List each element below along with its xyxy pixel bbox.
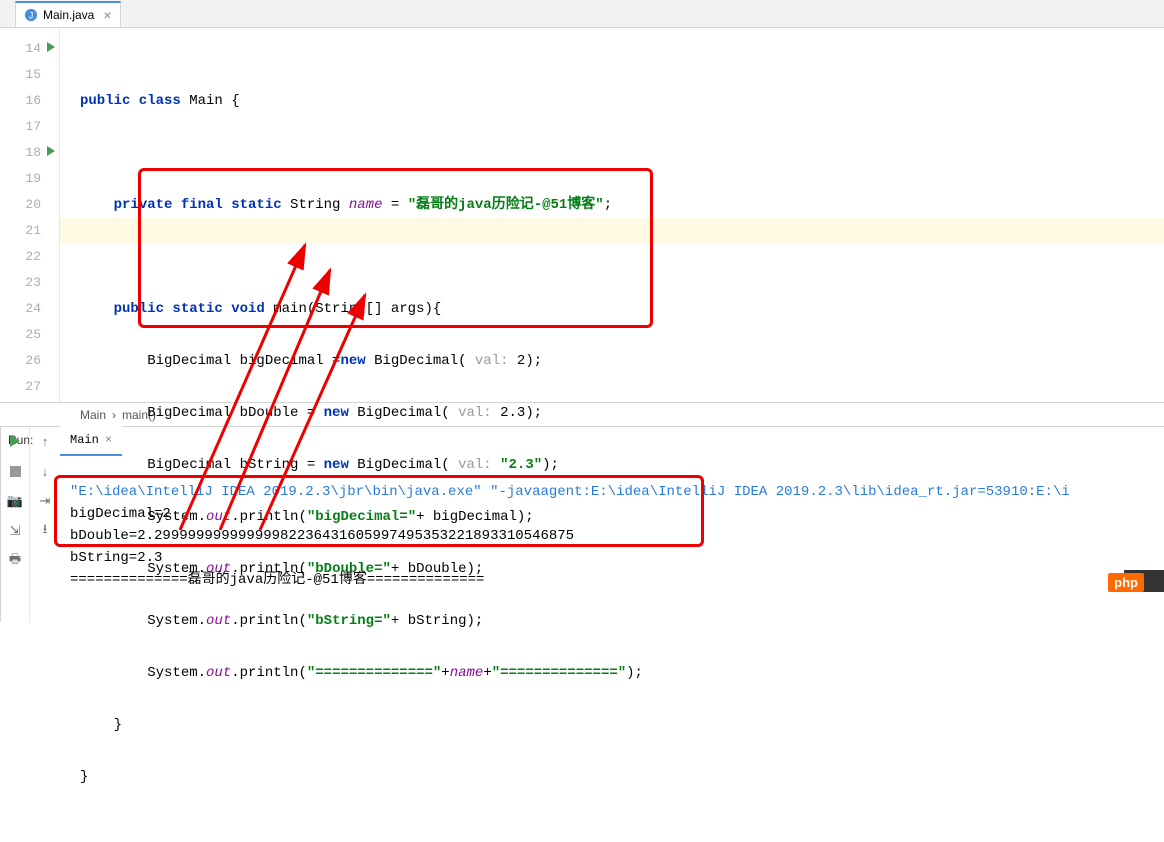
- wrap-icon[interactable]: ⇥: [37, 493, 53, 509]
- line-number: 16: [0, 88, 41, 114]
- line-number: 20: [0, 192, 41, 218]
- code-line: BigDecimal bigDecimal =new BigDecimal( v…: [80, 348, 1164, 374]
- run-tab-label: Main: [70, 433, 99, 447]
- run-toolbar-left: 📷 ⇲ 🖶: [0, 427, 30, 622]
- line-number: 19: [0, 166, 41, 192]
- close-icon[interactable]: ×: [105, 433, 112, 447]
- line-number: 27: [0, 374, 41, 400]
- line-number: 17: [0, 114, 41, 140]
- code-line: System.out.println("=============="+name…: [80, 660, 1164, 686]
- gutter: 14 15 16 17 18 19 20 21 22 23 24 25 26 2…: [0, 28, 60, 402]
- export-icon[interactable]: ⇲: [7, 523, 23, 539]
- scroll-icon[interactable]: ⭳: [37, 523, 53, 539]
- console-cmd: "E:\idea\IntelliJ IDEA 2019.2.3\jbr\bin\…: [70, 484, 1070, 500]
- run-toolbar-right: ↑ ↓ ⇥ ⭳: [30, 427, 60, 622]
- code-line: private final static String name = "磊哥的j…: [80, 192, 1164, 218]
- current-line-highlight: [60, 218, 1164, 244]
- close-icon[interactable]: ×: [103, 7, 111, 23]
- line-number: 14: [0, 36, 41, 62]
- console-line: bDouble=2.299999999999999822364316059974…: [70, 528, 574, 544]
- rerun-button[interactable]: [7, 433, 23, 449]
- run-gutter-icon[interactable]: [47, 42, 55, 52]
- svg-text:J: J: [29, 11, 33, 21]
- php-badge: php: [1108, 573, 1144, 592]
- java-file-icon: J: [24, 8, 38, 22]
- console-output: "E:\idea\IntelliJ IDEA 2019.2.3\jbr\bin\…: [70, 459, 1154, 613]
- up-icon[interactable]: ↑: [37, 433, 53, 449]
- line-number: 18: [0, 140, 41, 166]
- console-line: ==============磊哥的java历险记-@51博客==========…: [70, 572, 484, 588]
- line-number: 24: [0, 296, 41, 322]
- line-number: 26: [0, 348, 41, 374]
- code-line: [80, 140, 1164, 166]
- line-number: 15: [0, 62, 41, 88]
- code-line: [80, 244, 1164, 270]
- console[interactable]: Main × "E:\idea\IntelliJ IDEA 2019.2.3\jb…: [60, 427, 1164, 622]
- line-number: 21: [0, 218, 41, 244]
- code-line: BigDecimal bDouble = new BigDecimal( val…: [80, 400, 1164, 426]
- code-line: }: [80, 764, 1164, 790]
- console-line: bigDecimal=2: [70, 506, 171, 522]
- line-number: 25: [0, 322, 41, 348]
- run-gutter-icon[interactable]: [47, 146, 55, 156]
- code-line: }: [80, 712, 1164, 738]
- editor-tab-main[interactable]: J Main.java ×: [15, 1, 121, 27]
- run-tab[interactable]: Main ×: [60, 426, 122, 456]
- editor-area: 14 15 16 17 18 19 20 21 22 23 24 25 26 2…: [0, 28, 1164, 403]
- down-icon[interactable]: ↓: [37, 463, 53, 479]
- line-number: 22: [0, 244, 41, 270]
- line-number: 23: [0, 270, 41, 296]
- code-editor[interactable]: public class Main { private final static…: [60, 28, 1164, 402]
- run-panel: Run: 📷 ⇲ 🖶 ↑ ↓ ⇥ ⭳ Main× "E:\idea\Intell…: [0, 427, 1164, 622]
- console-line: bString=2.3: [70, 550, 162, 566]
- tab-label: Main.java: [43, 8, 94, 22]
- code-line: public class Main {: [80, 88, 1164, 114]
- print-icon[interactable]: 🖶: [7, 553, 23, 569]
- camera-icon[interactable]: 📷: [7, 493, 23, 509]
- code-line: public static void main(String[] args){: [80, 296, 1164, 322]
- stop-button[interactable]: [7, 463, 23, 479]
- editor-tab-bar: J Main.java ×: [0, 0, 1164, 28]
